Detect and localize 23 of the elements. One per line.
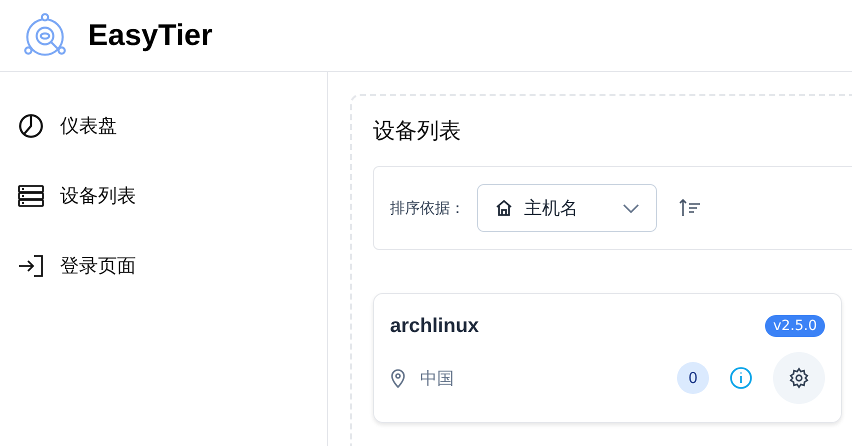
- server-icon: [18, 183, 44, 209]
- version-badge: v2.5.0: [765, 315, 825, 337]
- sort-label: 排序依据：: [390, 198, 465, 218]
- device-location: 中国: [420, 368, 454, 390]
- sort-dropdown[interactable]: 主机名: [477, 184, 657, 232]
- info-icon: [729, 366, 753, 390]
- settings-button[interactable]: [773, 352, 825, 404]
- page-title: 设备列表: [373, 118, 462, 146]
- pie-chart-icon: [18, 113, 44, 139]
- info-button[interactable]: [729, 366, 753, 390]
- chevron-down-icon: [622, 202, 640, 214]
- app-title: EasyTier: [88, 18, 213, 52]
- sort-ascending-icon[interactable]: [679, 198, 701, 218]
- device-hostname: archlinux: [390, 314, 479, 338]
- home-icon: [494, 198, 514, 218]
- sidebar-item[interactable]: 登录页面: [0, 248, 327, 284]
- settings-icon: [788, 367, 810, 389]
- sign-in-icon: [18, 253, 44, 279]
- location-pin-icon: [390, 368, 406, 388]
- count-badge[interactable]: 0: [677, 362, 709, 394]
- sort-value: 主机名: [524, 197, 579, 220]
- sidebar-item[interactable]: 仪表盘: [0, 108, 327, 144]
- sidebar-item[interactable]: 设备列表: [0, 178, 327, 214]
